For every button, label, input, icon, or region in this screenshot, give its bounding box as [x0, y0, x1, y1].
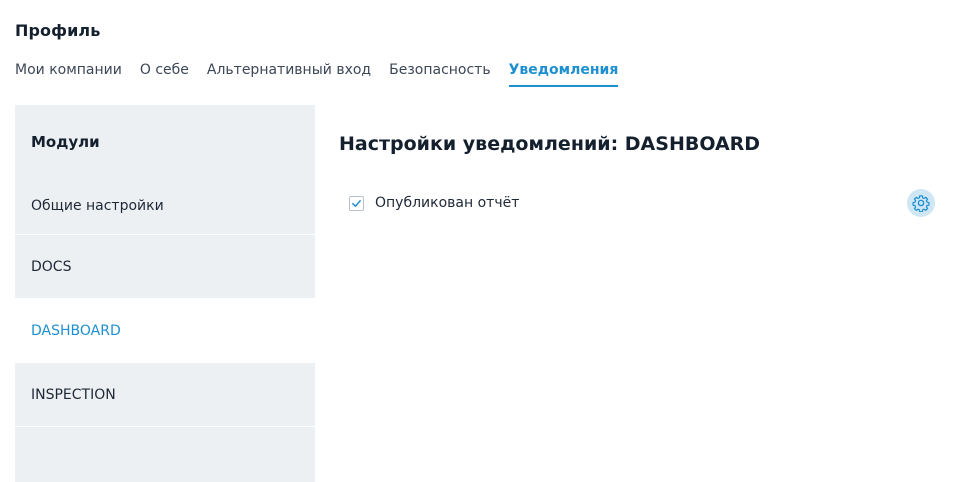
setting-row: Опубликован отчёт — [349, 189, 935, 217]
setting-label: Опубликован отчёт — [375, 195, 520, 211]
tab-notifications[interactable]: Уведомления — [508, 62, 618, 87]
check-icon — [352, 199, 361, 207]
sidebar-header: Модули — [31, 133, 100, 151]
sidebar-item-docs[interactable]: DOCS — [15, 235, 315, 299]
sidebar-item-general-settings[interactable]: Общие настройки — [15, 177, 315, 235]
tab-my-companies[interactable]: Мои компании — [15, 62, 122, 86]
sidebar-item-inspection[interactable]: INSPECTION — [15, 363, 315, 427]
gear-icon — [912, 195, 930, 212]
sidebar-item-dashboard[interactable]: DASHBOARD — [15, 299, 315, 363]
profile-tabs: Мои компании О себе Альтернативный вход … — [15, 62, 618, 87]
tab-about[interactable]: О себе — [140, 62, 189, 86]
setting-gear-button[interactable] — [907, 189, 935, 217]
page-title: Профиль — [15, 21, 101, 40]
report-published-checkbox[interactable] — [349, 195, 364, 211]
notification-settings-page: Профиль Мои компании О себе Альтернативн… — [0, 0, 961, 482]
modules-sidebar: Модули Общие настройки DOCS DASHBOARD IN… — [15, 105, 315, 482]
tab-alternative-login[interactable]: Альтернативный вход — [207, 62, 371, 86]
content-title: Настройки уведомлений: DASHBOARD — [339, 133, 761, 155]
tab-security[interactable]: Безопасность — [389, 62, 490, 86]
